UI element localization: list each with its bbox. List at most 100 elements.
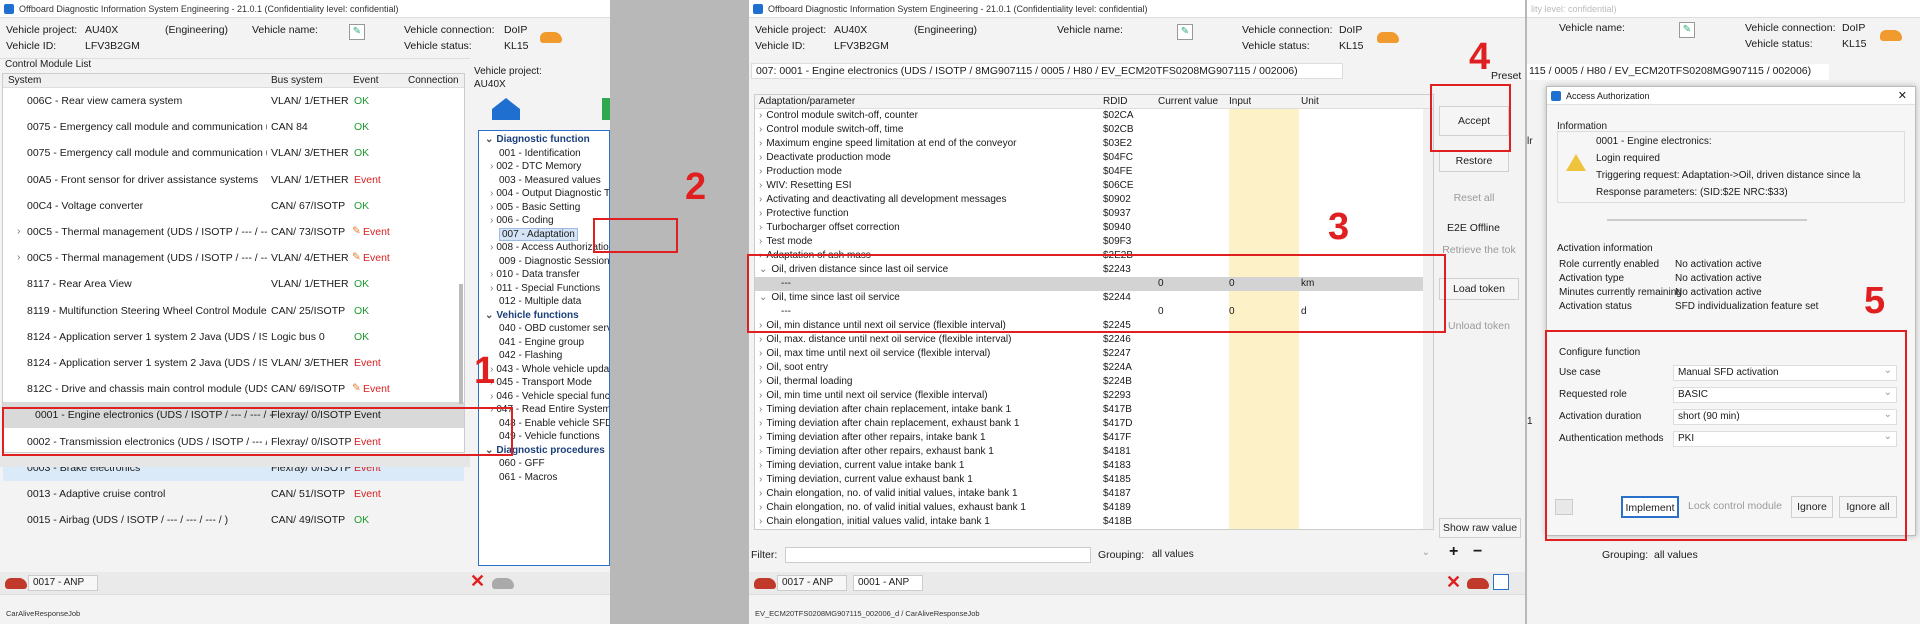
- grouping-select[interactable]: all values: [1147, 546, 1435, 563]
- tree-item[interactable]: ›043 - Whole vehicle update (S: [485, 363, 609, 377]
- add-icon[interactable]: +: [1449, 543, 1458, 561]
- expand-icon[interactable]: ›: [759, 222, 762, 233]
- table-row[interactable]: › 00C5 - Thermal management (UDS / ISOTP …: [3, 245, 464, 271]
- col-parameter[interactable]: Adaptation/parameter: [759, 95, 855, 109]
- tree-item[interactable]: 012 - Multiple data: [485, 295, 609, 309]
- col-current[interactable]: Current value: [1158, 95, 1218, 109]
- expand-icon[interactable]: ›: [490, 215, 493, 226]
- col-connection[interactable]: Connection: [408, 75, 459, 86]
- expand-icon[interactable]: ›: [759, 348, 762, 359]
- table-row[interactable]: 0013 - Adaptive cruise control CAN/ 51/IS…: [3, 481, 464, 507]
- table-row[interactable]: 006C - Rear view camera system VLAN/ 1/ET…: [3, 88, 464, 114]
- dialog-close-icon[interactable]: ✕: [1898, 89, 1907, 102]
- footer-car-icon-2[interactable]: [754, 578, 776, 589]
- adaptation-row[interactable]: › Timing deviation after chain replacemen…: [755, 417, 1433, 431]
- table-row[interactable]: 8124 - Application server 1 system 2 Jav…: [3, 324, 464, 350]
- horizontal-scrollbar[interactable]: [0, 455, 470, 467]
- expand-icon[interactable]: ›: [759, 488, 762, 499]
- close-x-icon-2[interactable]: ✕: [1446, 572, 1461, 593]
- adaptation-row[interactable]: › WIV: Resetting ESI $06CE: [755, 179, 1433, 193]
- edit-name-icon[interactable]: ✎: [349, 24, 365, 40]
- car-icon-red[interactable]: [1467, 578, 1489, 589]
- expand-icon[interactable]: ›: [759, 516, 762, 527]
- check-icon[interactable]: [1493, 574, 1509, 590]
- tree-item[interactable]: › 006 - Coding: [485, 214, 609, 228]
- tree-item[interactable]: 042 - Flashing: [485, 349, 609, 363]
- expand-icon[interactable]: ›: [759, 418, 762, 429]
- adaptation-row[interactable]: › Production mode $04FE: [755, 165, 1433, 179]
- edit-name-icon[interactable]: ✎: [1177, 24, 1193, 40]
- expand-icon[interactable]: ›: [490, 242, 493, 253]
- table-row[interactable]: 812C - Drive and chassis main control mo…: [3, 376, 464, 402]
- adaptation-row[interactable]: › Oil, soot entry $224A: [755, 361, 1433, 375]
- col-event[interactable]: Event: [353, 75, 379, 86]
- edit-name-icon[interactable]: ✎: [1679, 22, 1695, 38]
- adaptation-row[interactable]: › Chain elongation, initial values valid,…: [755, 515, 1433, 529]
- adaptation-row[interactable]: › Activating and deactivating all develop…: [755, 193, 1433, 207]
- table-row[interactable]: 0015 - Airbag (UDS / ISOTP / --- / --- /…: [3, 507, 464, 533]
- expand-icon[interactable]: ›: [759, 432, 762, 443]
- footer-tab-1[interactable]: 0017 - ANP: [777, 575, 847, 591]
- expand-icon[interactable]: ›: [759, 180, 762, 191]
- tree-item[interactable]: ⌄ Diagnostic function: [485, 133, 609, 147]
- expand-icon[interactable]: ›: [490, 202, 493, 213]
- retrieve-token-button[interactable]: Retrieve the tok: [1439, 240, 1519, 262]
- adaptation-row[interactable]: › Control module switch-off, time $02CB: [755, 123, 1433, 137]
- expand-icon[interactable]: ›: [759, 376, 762, 387]
- adaptation-row[interactable]: › Oil, min time until next oil service (f…: [755, 389, 1433, 403]
- table-row[interactable]: › 00C5 - Thermal management (UDS / ISOTP …: [3, 219, 464, 245]
- disconnected-car-icon[interactable]: [492, 578, 514, 589]
- expand-icon[interactable]: ›: [759, 152, 762, 163]
- col-bus[interactable]: Bus system: [271, 75, 323, 86]
- info-scrollbar[interactable]: [1607, 219, 1807, 221]
- tree-item[interactable]: › 005 - Basic Setting: [485, 201, 609, 215]
- filter-input[interactable]: [785, 547, 1091, 563]
- adaptation-row[interactable]: › Chain elongation, no. of valid initial …: [755, 501, 1433, 515]
- expand-icon[interactable]: ›: [759, 208, 762, 219]
- preset-label[interactable]: Preset: [1491, 70, 1521, 82]
- restore-button[interactable]: Restore: [1439, 150, 1509, 172]
- expand-icon[interactable]: ›: [17, 225, 21, 237]
- expand-icon[interactable]: ›: [759, 362, 762, 373]
- table-row[interactable]: 8124 - Application server 1 system 2 Jav…: [3, 350, 464, 376]
- expand-icon[interactable]: ›: [759, 110, 762, 121]
- tree-item[interactable]: 041 - Engine group: [485, 336, 609, 350]
- expand-icon[interactable]: ›: [759, 334, 762, 345]
- adaptation-row[interactable]: › Oil, thermal loading $224B: [755, 375, 1433, 389]
- adaptation-row[interactable]: › Timing deviation after other repairs, i…: [755, 431, 1433, 445]
- adaptation-row[interactable]: › Deactivate production mode $04FC: [755, 151, 1433, 165]
- expand-icon[interactable]: ›: [490, 188, 493, 199]
- remove-icon[interactable]: −: [1473, 543, 1482, 561]
- expand-icon[interactable]: ›: [759, 390, 762, 401]
- tree-item[interactable]: ›046 - Vehicle special function: [485, 390, 609, 404]
- load-token-button[interactable]: Load token: [1439, 278, 1519, 300]
- green-run-icon[interactable]: [602, 98, 610, 120]
- tree-item[interactable]: ›004 - Output Diagnostic Test: [485, 187, 609, 201]
- tree-item[interactable]: ⌄ Vehicle functions: [485, 309, 609, 323]
- tree-item[interactable]: › 008 - Access Authorization: [485, 241, 609, 255]
- expand-icon[interactable]: ›: [759, 166, 762, 177]
- reset-all-button[interactable]: Reset all: [1439, 188, 1509, 210]
- tree-item[interactable]: 009 - Diagnostic Session: [485, 255, 609, 269]
- table-row[interactable]: 8117 - Rear Area View VLAN/ 1/ETHER OK: [3, 271, 464, 297]
- tree-item[interactable]: › 045 - Transport Mode: [485, 376, 609, 390]
- expand-icon[interactable]: ›: [759, 460, 762, 471]
- tree-item[interactable]: › 010 - Data transfer: [485, 268, 609, 282]
- adaptation-row[interactable]: › Oil, max time until next oil service (f…: [755, 347, 1433, 361]
- col-system[interactable]: System: [8, 75, 41, 86]
- col-rdid[interactable]: RDID: [1103, 95, 1127, 109]
- adaptation-row[interactable]: › Timing deviation, current value exhaust…: [755, 473, 1433, 487]
- scrollbar-thumb[interactable]: [459, 284, 463, 404]
- adaptation-row[interactable]: › Maximum engine speed limitation at end …: [755, 137, 1433, 151]
- col-unit[interactable]: Unit: [1301, 95, 1319, 109]
- tree-item[interactable]: 001 - Identification: [485, 147, 609, 161]
- expand-icon[interactable]: ›: [759, 236, 762, 247]
- tree-item[interactable]: › 002 - DTC Memory: [485, 160, 609, 174]
- adaptation-row[interactable]: › Timing deviation after other repairs, e…: [755, 445, 1433, 459]
- expand-icon[interactable]: ›: [759, 446, 762, 457]
- tree-item[interactable]: › 011 - Special Functions: [485, 282, 609, 296]
- collapse-icon[interactable]: ⌄: [485, 310, 493, 321]
- expand-icon[interactable]: ›: [490, 283, 493, 294]
- footer-car-icon[interactable]: [5, 578, 27, 589]
- close-x-icon[interactable]: ✕: [470, 571, 485, 592]
